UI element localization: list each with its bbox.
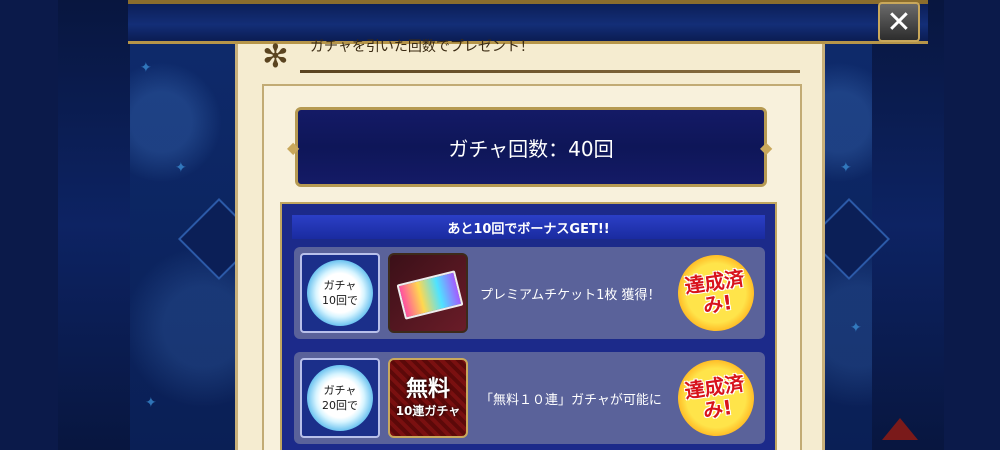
badge-orb: ガチャ 10回で <box>307 260 373 326</box>
rune-ornament-icon: ✦ <box>850 320 862 336</box>
reward-description: 「無料１０連」ガチャが可能に <box>480 392 662 408</box>
free-icon-top-text: 無料 <box>405 377 450 402</box>
banner-right-ornament-icon: ◆ <box>760 138 773 157</box>
snowflake-emblem-icon: ✻ <box>262 37 289 75</box>
gacha-count-badge: ガチャ 20回で <box>300 358 380 438</box>
rune-ornament-icon: ✦ <box>140 60 152 76</box>
free-icon-bottom-text: 10連ガチャ <box>395 404 461 418</box>
achieved-stamp: 達成済み! <box>673 355 759 441</box>
badge-line1: ガチャ <box>323 279 357 292</box>
gacha-count-banner: ガチャ回数：40回 <box>295 107 767 187</box>
badge-line2: 20回で <box>322 399 358 412</box>
title-divider <box>300 70 800 73</box>
reward-description: プレミアムチケット1枚 獲得！ <box>480 287 661 303</box>
badge-line1: ガチャ <box>323 384 357 397</box>
right-frame-band <box>872 0 944 450</box>
banner-left-ornament-icon: ◆ <box>287 138 300 157</box>
left-frame-band <box>58 0 130 450</box>
rune-ornament-icon: ✦ <box>175 160 187 176</box>
scroll-up-arrow-icon[interactable] <box>882 418 918 440</box>
reward-row: ガチャ 10回で プレミアムチケット1枚 獲得！ 達成済み! <box>294 247 765 339</box>
gacha-count-text: ガチャ回数：40回 <box>448 136 614 161</box>
badge-line2: 10回で <box>322 294 358 307</box>
close-button[interactable]: ✕ <box>878 2 920 42</box>
rune-ornament-icon: ✦ <box>840 160 852 176</box>
achieved-stamp: 達成済み! <box>673 250 759 336</box>
ticket-graphic <box>396 270 464 320</box>
badge-orb: ガチャ 20回で <box>307 365 373 431</box>
free-10-gacha-icon: 無料 10連ガチャ <box>388 358 468 438</box>
premium-ticket-icon <box>388 253 468 333</box>
rune-ornament-icon: ✦ <box>145 395 157 411</box>
bonus-header: あと10回でボーナスGET!! <box>292 215 765 239</box>
close-icon: ✕ <box>886 4 912 40</box>
gacha-count-badge: ガチャ 10回で <box>300 253 380 333</box>
panel-title: ガチャを引いた回数でプレゼント！ <box>310 39 534 55</box>
reward-row: ガチャ 20回で 無料 10連ガチャ 「無料１０連」ガチャが可能に 達成済み! <box>294 352 765 444</box>
